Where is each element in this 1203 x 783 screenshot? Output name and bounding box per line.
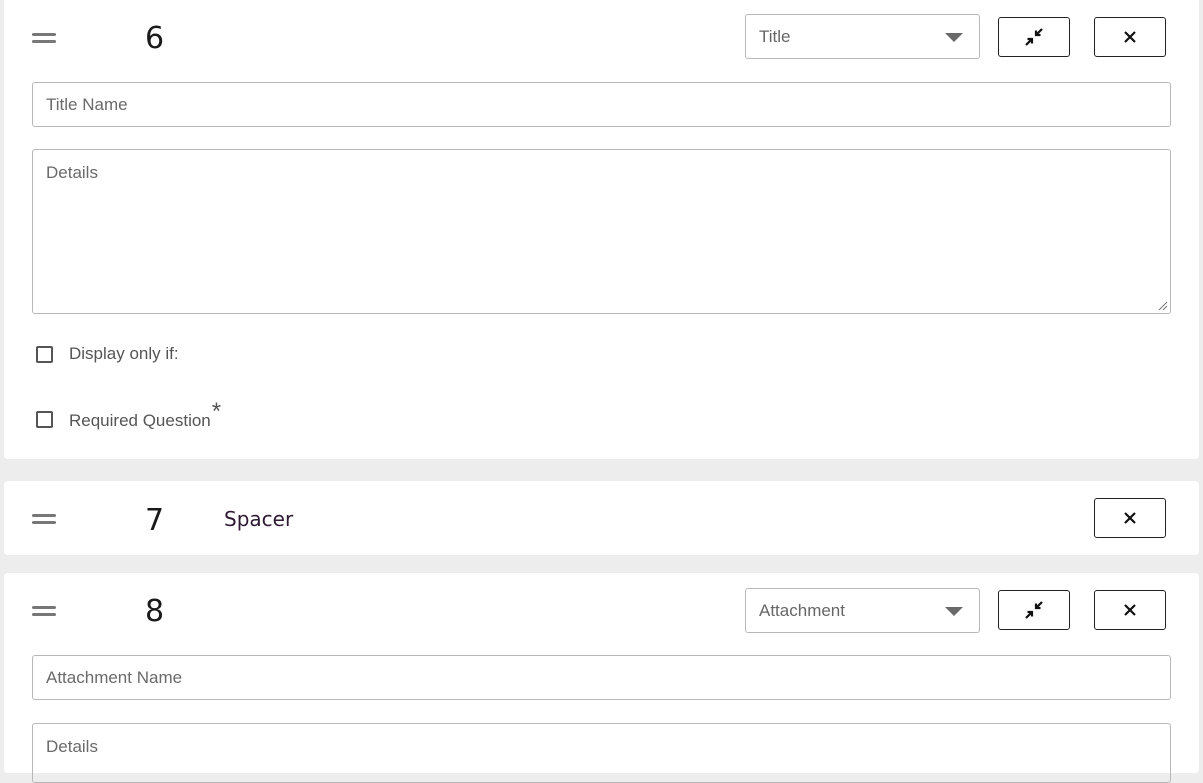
spacer-type-label: Spacer — [224, 507, 294, 531]
required-question-label: Required Question* — [69, 398, 221, 433]
question-number: 6 — [145, 21, 165, 56]
close-icon — [1124, 604, 1136, 616]
title-name-placeholder: Title Name — [46, 95, 128, 114]
question-type-selected-value: Title — [759, 27, 791, 46]
details-placeholder: Details — [46, 163, 98, 182]
details-textarea[interactable]: Details — [32, 149, 1171, 314]
display-only-if-label: Display only if: — [69, 344, 179, 363]
required-question-checkbox[interactable] — [36, 410, 53, 428]
collapse-button[interactable] — [998, 590, 1070, 630]
question-type-select[interactable]: Attachment — [745, 588, 980, 633]
attachment-name-input[interactable]: Attachment Name — [32, 655, 1171, 700]
caret-down-icon — [945, 33, 963, 42]
display-only-if-row[interactable]: Display only if: — [36, 344, 179, 364]
title-name-input[interactable]: Title Name — [32, 82, 1171, 127]
question-card-8: 8 Attachment Attachment Name Details — [4, 573, 1199, 783]
question-number: 8 — [145, 594, 165, 629]
drag-handle-icon[interactable] — [32, 33, 56, 45]
collapse-button[interactable] — [998, 17, 1070, 57]
caret-down-icon — [945, 607, 963, 616]
required-question-row[interactable]: Required Question* — [36, 398, 221, 433]
drag-handle-icon[interactable] — [32, 514, 56, 526]
question-card-6: 6 Title Title Name Details Display only … — [4, 0, 1199, 459]
question-number: 7 — [145, 503, 165, 538]
question-type-select[interactable]: Title — [745, 14, 980, 59]
collapse-icon — [1025, 28, 1043, 46]
delete-question-button[interactable] — [1094, 590, 1166, 630]
close-icon — [1124, 512, 1136, 524]
question-card-7: 7 Spacer — [4, 481, 1199, 555]
attachment-name-placeholder: Attachment Name — [46, 668, 183, 687]
drag-handle-icon[interactable] — [32, 606, 56, 618]
question-type-selected-value: Attachment — [759, 601, 845, 620]
resize-grip-icon[interactable] — [1158, 301, 1168, 311]
details-textarea[interactable]: Details — [32, 723, 1171, 783]
collapse-icon — [1025, 601, 1043, 619]
close-icon — [1124, 31, 1136, 43]
delete-question-button[interactable] — [1094, 17, 1166, 57]
display-only-if-checkbox[interactable] — [36, 345, 53, 363]
delete-question-button[interactable] — [1094, 498, 1166, 538]
required-question-text: Required Question — [69, 411, 211, 430]
details-placeholder: Details — [46, 737, 98, 756]
required-marker: * — [211, 398, 222, 425]
